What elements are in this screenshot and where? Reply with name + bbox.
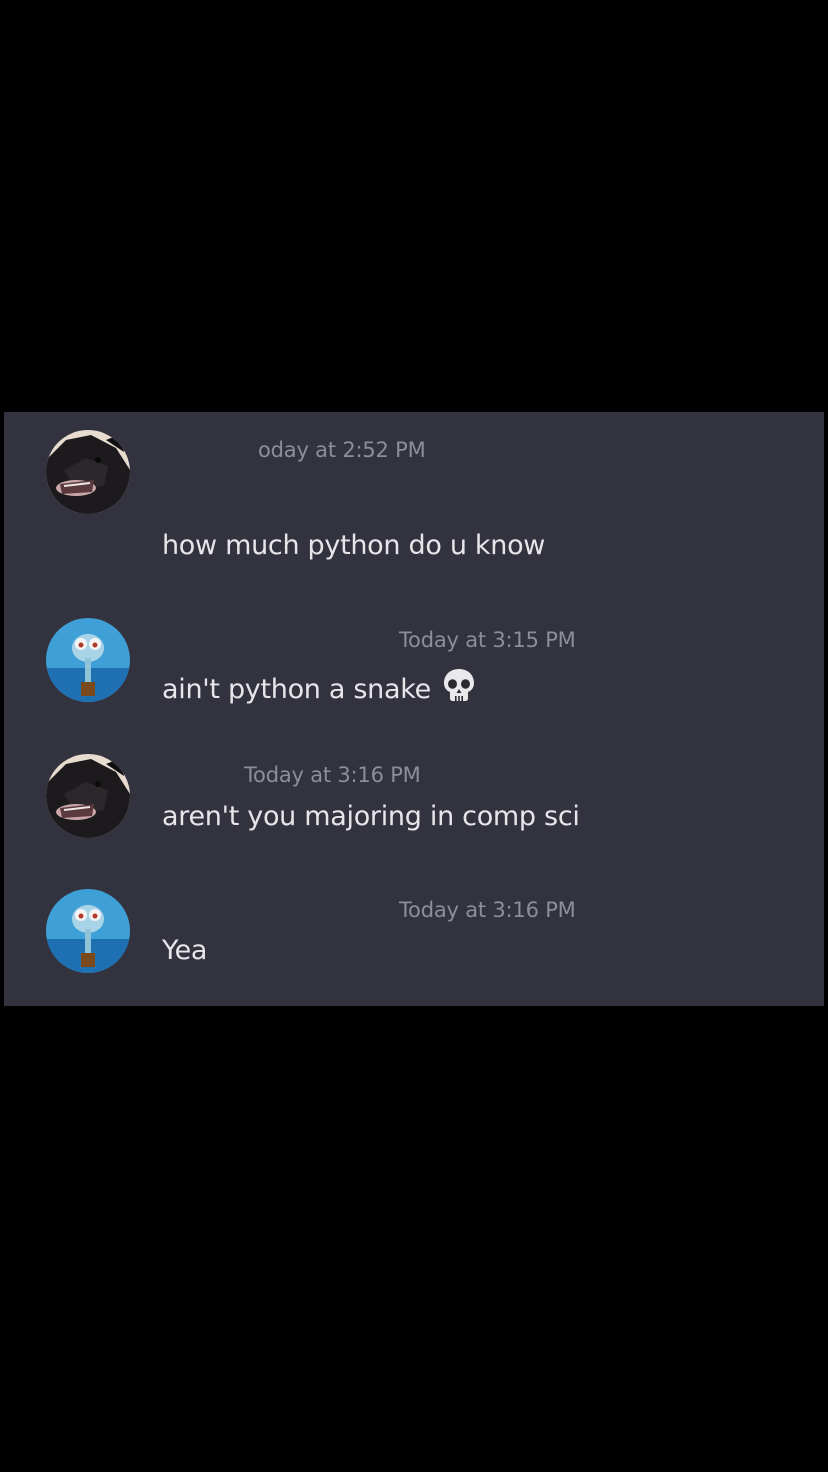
message-timestamp: Today at 3:16 PM (399, 898, 576, 922)
cat-avatar-icon[interactable] (46, 754, 130, 838)
message-text: ain't python a snake (162, 674, 431, 705)
message-text: Yea (162, 935, 208, 966)
skull-icon (441, 667, 477, 710)
message-text: how much python do u know (162, 530, 546, 561)
message-timestamp: Today at 3:16 PM (244, 763, 421, 787)
message-text: aren't you majoring in comp sci (162, 801, 580, 832)
squidward-avatar-icon[interactable] (46, 889, 130, 973)
message-timestamp: oday at 2:52 PM (258, 438, 426, 462)
squidward-avatar-icon[interactable] (46, 618, 130, 702)
message-timestamp: Today at 3:15 PM (399, 628, 576, 652)
message-text-row: ain't python a snake (162, 667, 477, 710)
chat-panel: oday at 2:52 PM how much python do u kno… (4, 412, 824, 1006)
cat-avatar-icon[interactable] (46, 430, 130, 514)
